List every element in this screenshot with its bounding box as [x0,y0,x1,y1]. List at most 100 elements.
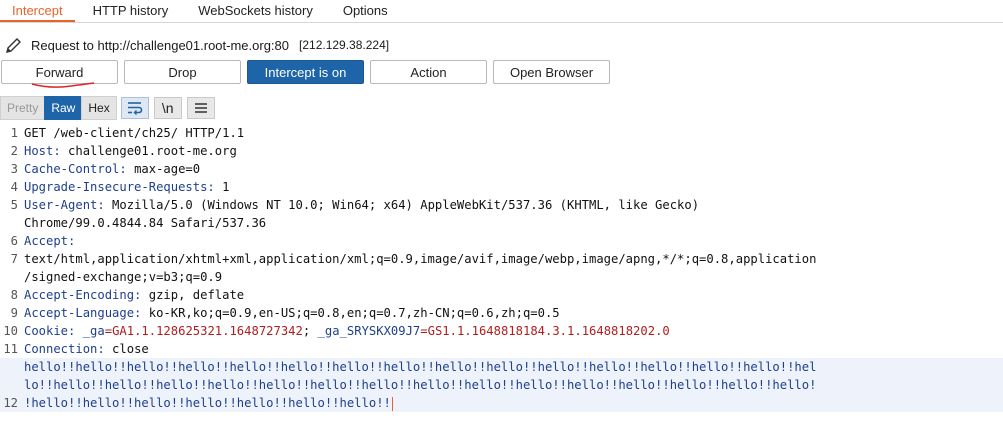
forward-button[interactable]: Forward [1,60,118,88]
line-number: 7 [10,252,18,266]
plain-text: /signed-exchange;v=b3;q=0.9 [24,270,223,284]
editor-line: Chrome/99.0.4844.84 Safari/537.36 [0,214,1003,232]
cookie-name: _ga_SRYSKX09J7 [310,324,421,338]
editor-line: 1 GET /web-client/ch25/ HTTP/1.1 [0,124,1003,142]
cookie-name: _ga [75,324,105,338]
editor-line: 11 Connection: close [0,340,1003,358]
line-number [0,412,24,430]
line-content: Chrome/99.0.4844.84 Safari/537.36 [24,214,1003,232]
header-name: Cookie: [24,324,76,338]
line-number [0,358,24,376]
tab-intercept[interactable]: Intercept [0,0,75,22]
tab-options[interactable]: Options [331,0,400,22]
line-number: 2 [10,144,18,158]
header-name: Upgrade-Insecure-Requests: [24,180,215,194]
open-browser-button[interactable]: Open Browser [493,60,610,84]
line-content: Upgrade-Insecure-Requests: 1 [24,178,1003,196]
header-value: close [104,342,149,356]
editor-line: 9 Accept-Language: ko-KR,ko;q=0.9,en-US;q… [0,304,1003,322]
line-content: Accept-Language: ko-KR,ko;q=0.9,en-US;q=… [24,304,1003,322]
request-ip: [212.129.38.224] [299,38,390,52]
header-name: Cache-Control: [24,162,127,176]
cookie-value: =GS1.1.1648818184.3.1.1648818202.0 [420,324,670,338]
tab-http-history[interactable]: HTTP history [81,0,181,22]
editor-line: /signed-exchange;v=b3;q=0.9 [0,268,1003,286]
line-number: 9 [10,306,18,320]
editor-line [0,430,1003,448]
tab-websockets-history[interactable]: WebSockets history [186,0,325,22]
drop-button[interactable]: Drop [124,60,241,84]
line-number: 3 [10,162,18,176]
view-hex[interactable]: Hex [81,96,117,120]
line-content: Host: challenge01.root-me.org [24,142,1003,160]
view-raw[interactable]: Raw [44,96,83,120]
view-mode-selector: Pretty Raw Hex [0,96,117,120]
plain-text: text/html,application/xhtml+xml,applicat… [24,252,817,266]
line-number: 8 [10,288,18,302]
line-number: 5 [10,198,18,212]
line-number: 11 [3,342,18,356]
intercept-toolbar: Forward Drop Intercept is on Action Open… [1,60,616,88]
line-content [24,412,1003,430]
line-content: User-Agent: Mozilla/5.0 (Windows NT 10.0… [24,196,1003,214]
header-name: Host: [24,144,61,158]
text-caret [391,396,393,411]
plain-text: Chrome/99.0.4844.84 Safari/537.36 [24,216,267,230]
newline-toggle[interactable]: \n [153,97,182,119]
line-content: /signed-exchange;v=b3;q=0.9 [24,268,1003,286]
line-content: Accept-Encoding: gzip, deflate [24,286,1003,304]
editor-line: 6 Accept: [0,232,1003,250]
line-content: GET /web-client/ch25/ HTTP/1.1 [24,124,1003,142]
line-content: !hello!!hello!!hello!!hello!!hello!!hell… [24,394,1003,412]
intercept-toggle-button[interactable]: Intercept is on [247,60,364,84]
header-value: gzip, deflate [141,288,245,302]
header-name: Connection: [24,342,105,356]
editor-line: hello!!hello!!hello!!hello!!hello!!hello… [0,358,1003,376]
editor-line: lo!!hello!!hello!!hello!!hello!!hello!!h… [0,376,1003,394]
line-number: 4 [10,180,18,194]
line-content: lo!!hello!!hello!!hello!!hello!!hello!!h… [24,376,1003,394]
request-body: hello!!hello!!hello!!hello!!hello!!hello… [24,360,817,374]
raw-request-editor[interactable]: 1 GET /web-client/ch25/ HTTP/1.1 2 Host: ch… [0,124,1003,442]
line-content: text/html,application/xhtml+xml,applicat… [24,250,1003,268]
editor-line [0,412,1003,430]
header-value: max-age=0 [126,162,201,176]
header-name: Accept-Language: [24,306,142,320]
line-number [0,268,24,286]
header-value: 1 [214,180,230,194]
header-value: ko-KR,ko;q=0.9,en-US;q=0.8,en;q=0.7,zh-C… [141,306,560,320]
line-number [0,376,24,394]
header-value: Mozilla/5.0 (Windows NT 10.0; Win64; x64… [104,198,700,212]
editor-line: 3 Cache-Control: max-age=0 [0,160,1003,178]
header-name: User-Agent: [24,198,105,212]
forward-label: Forward [35,64,84,80]
request-body: lo!!hello!!hello!!hello!!hello!!hello!!h… [24,378,817,392]
editor-line: 12 !hello!!hello!!hello!!hello!!hello!!he… [0,394,1003,412]
view-options: Pretty Raw Hex \n [0,96,215,120]
view-pretty[interactable]: Pretty [0,96,46,120]
action-button[interactable]: Action [370,60,487,84]
menu-icon[interactable] [186,97,215,119]
request-body: !hello!!hello!!hello!!hello!!hello!!hell… [24,396,391,410]
wrap-icon[interactable] [120,97,149,119]
line-content: Cookie: _ga=GA1.1.128625321.1648727342; … [24,322,1003,340]
request-prefix: Request to [31,37,98,53]
plain-text: GET /web-client/ch25/ HTTP/1.1 [24,126,245,140]
editor-line: 10 Cookie: _ga=GA1.1.128625321.1648727342… [0,322,1003,340]
line-number: 12 [3,396,18,410]
line-content: Accept: [24,232,1003,250]
editor-line: 5 User-Agent: Mozilla/5.0 (Windows NT 10.… [0,196,1003,214]
line-number [0,214,24,232]
editor-line: 8 Accept-Encoding: gzip, deflate [0,286,1003,304]
line-content: Cache-Control: max-age=0 [24,160,1003,178]
line-number: 1 [10,126,18,140]
line-content: hello!!hello!!hello!!hello!!hello!!hello… [24,358,1003,376]
pencil-icon[interactable] [4,35,24,55]
editor-line: 4 Upgrade-Insecure-Requests: 1 [0,178,1003,196]
tab-bar: Intercept HTTP history WebSockets histor… [0,0,1003,23]
editor-line: 2 Host: challenge01.root-me.org [0,142,1003,160]
line-content: Connection: close [24,340,1003,358]
line-number [0,430,24,448]
editor-line: 7 text/html,application/xhtml+xml,applica… [0,250,1003,268]
request-info: Request to http://challenge01.root-me.or… [4,34,389,56]
